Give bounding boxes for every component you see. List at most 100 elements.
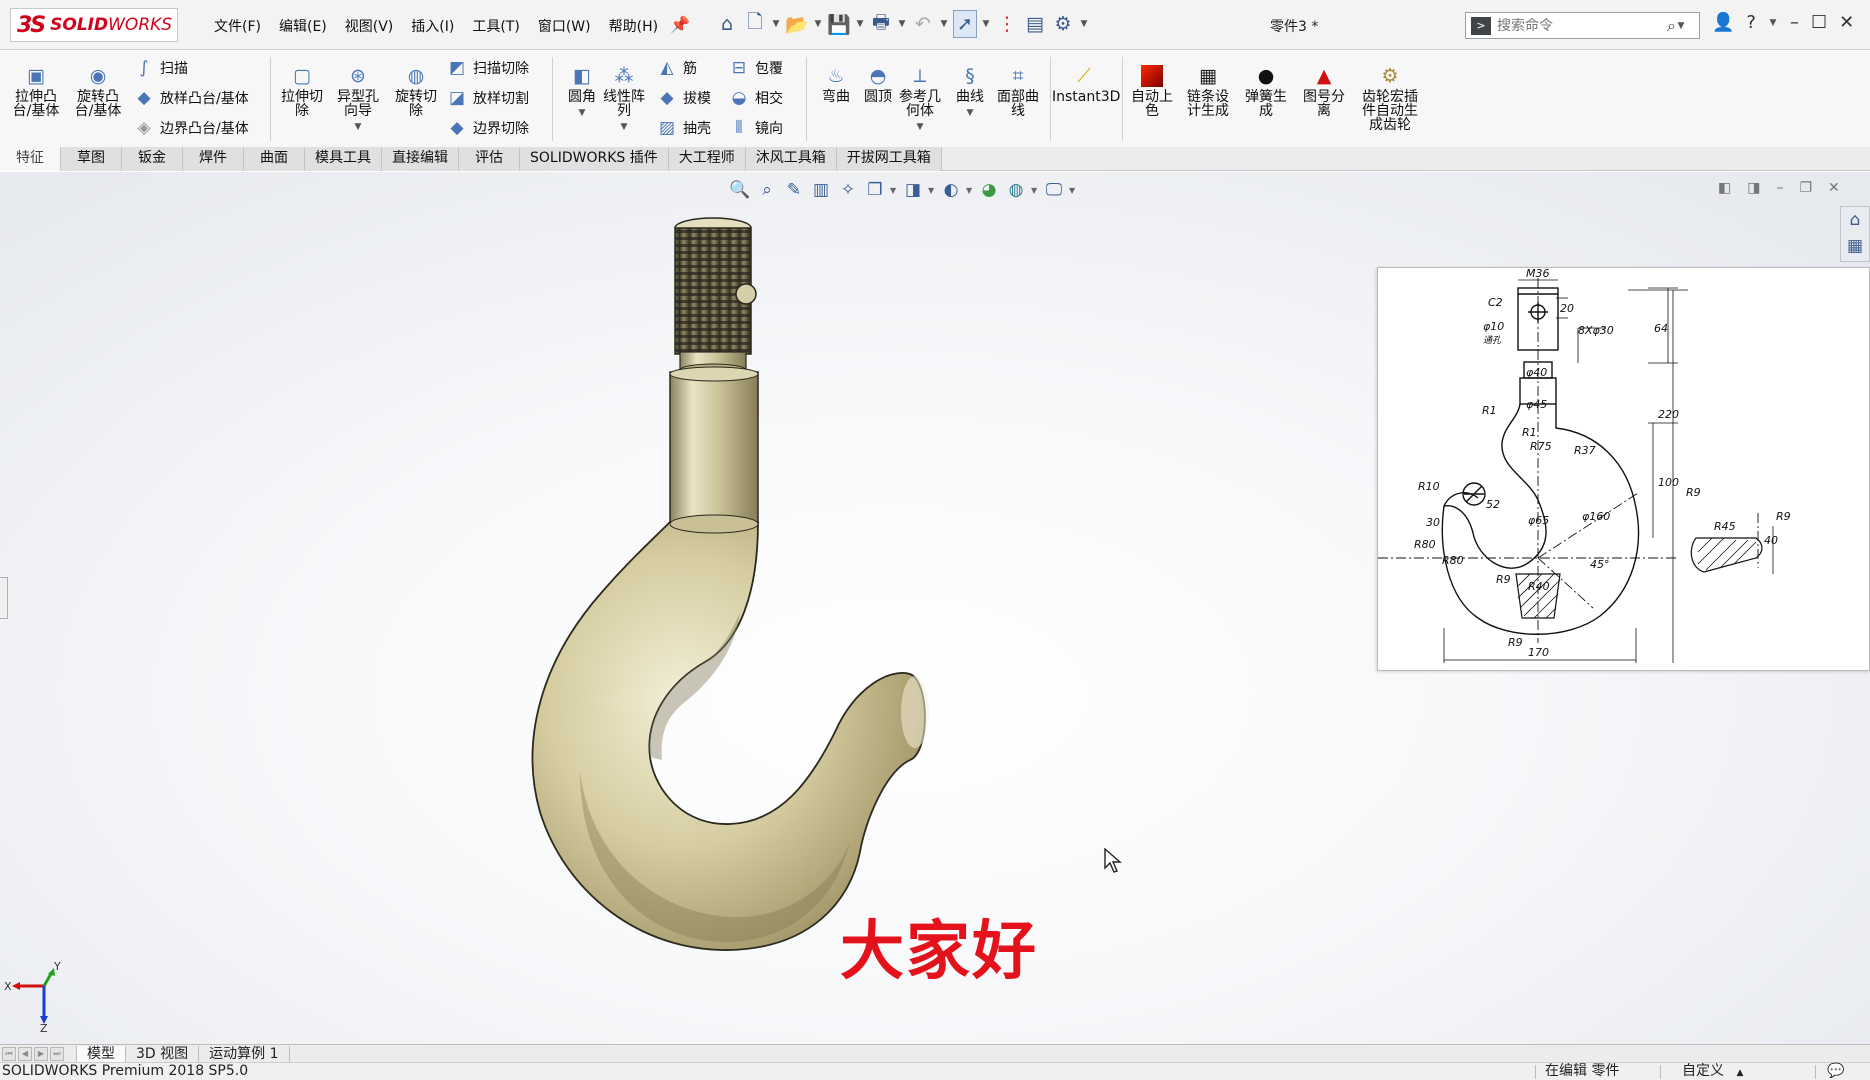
chevron-down-icon[interactable]: ▼ [1031, 186, 1039, 195]
solidworks-resources-icon[interactable]: ⌂ [1841, 207, 1869, 233]
tab-solidworks-addins[interactable]: SOLIDWORKS 插件 [520, 147, 669, 171]
chevron-down-icon[interactable]: ▼ [1069, 186, 1077, 195]
search-icon[interactable]: ⌕ [1667, 16, 1676, 36]
select-cursor-icon[interactable]: ➚ [953, 10, 977, 38]
tab-model[interactable]: 模型 [76, 1045, 126, 1062]
tab-mold-tools[interactable]: 模具工具 [305, 147, 382, 171]
chevron-down-icon[interactable]: ▼ [939, 19, 949, 29]
shell-button[interactable]: ▨ 抽壳 [656, 115, 711, 141]
menu-window[interactable]: 窗口(W) [529, 16, 600, 36]
next-tab-icon[interactable]: ▶ [34, 1046, 48, 1061]
crane-hook-model[interactable] [520, 212, 990, 982]
edit-appearance-icon[interactable]: ◕ [977, 178, 1001, 202]
rib-button[interactable]: ◭ 筋 [656, 55, 697, 81]
menu-insert[interactable]: 插入(I) [402, 16, 463, 36]
loft-boss-button[interactable]: ◆ 放样凸台/基体 [133, 85, 248, 111]
chevron-down-icon[interactable]: ▼ [1079, 19, 1089, 29]
loft-cut-button[interactable]: ◪ 放样切割 [446, 85, 529, 111]
sweep-button[interactable]: ∫ 扫描 [133, 55, 188, 81]
tab-features[interactable]: 特征 [0, 147, 61, 171]
boundary-boss-button[interactable]: ◈ 边界凸台/基体 [133, 115, 248, 141]
pin-icon[interactable]: 📌 [670, 15, 690, 34]
minimize-icon[interactable]: – [1776, 180, 1783, 196]
home-icon[interactable]: ⌂ [715, 10, 739, 38]
tab-sketch[interactable]: 草图 [61, 147, 122, 171]
dynamic-annotation-icon[interactable]: ✧ [836, 178, 860, 202]
hide-show-items-icon[interactable]: ◐ [939, 178, 963, 202]
apply-scene-icon[interactable]: ◍ [1004, 178, 1028, 202]
section-view-icon[interactable]: ▥ [809, 178, 833, 202]
new-document-icon[interactable]: 🗋 [743, 10, 767, 38]
chevron-down-icon[interactable]: ▼ [813, 19, 823, 29]
tab-engineer[interactable]: 大工程师 [668, 147, 746, 171]
first-tab-icon[interactable]: ⏮ [2, 1046, 16, 1061]
command-search[interactable]: > ⌕ ▼ [1465, 12, 1700, 39]
tab-mufeng-toolbox[interactable]: 沐风工具箱 [745, 147, 837, 171]
maximize-icon[interactable]: ☐ [1811, 12, 1827, 33]
chevron-down-icon[interactable]: ▼ [330, 120, 386, 134]
chain-design-button[interactable]: ▦ 链条设 计生成 [1180, 65, 1236, 118]
tile-left-icon[interactable]: ◧ [1718, 180, 1731, 196]
open-folder-icon[interactable]: 📂 [785, 10, 809, 38]
tab-surfaces[interactable]: 曲面 [244, 147, 305, 171]
menu-file[interactable]: 文件(F) [205, 16, 270, 36]
tab-3d-view[interactable]: 3D 视图 [126, 1045, 200, 1062]
auto-color-button[interactable]: 自动上 色 [1124, 65, 1180, 118]
menu-tools[interactable]: 工具(T) [463, 16, 528, 36]
tab-weldments[interactable]: 焊件 [183, 147, 244, 171]
chevron-down-icon[interactable]: ▼ [981, 19, 991, 29]
restore-icon[interactable]: ❐ [1799, 180, 1812, 196]
draft-button[interactable]: ◆ 拔模 [656, 85, 711, 111]
chevron-down-icon[interactable]: ▼ [966, 186, 974, 195]
sweep-cut-button[interactable]: ◩ 扫描切除 [446, 55, 529, 81]
tab-kaibowang-toolbox[interactable]: 开拔网工具箱 [836, 147, 942, 171]
tab-motion-study[interactable]: 运动算例 1 [199, 1045, 290, 1062]
save-icon[interactable]: 💾 [827, 10, 851, 38]
chevron-down-icon[interactable]: ▼ [928, 186, 936, 195]
view-settings-icon[interactable]: 🖵 [1042, 178, 1066, 202]
menu-help[interactable]: 帮助(H) [600, 16, 667, 36]
linear-pattern-button[interactable]: ⁂ 线性阵 列 ▼ [596, 65, 652, 134]
tab-sheet-metal[interactable]: 钣金 [122, 147, 183, 171]
extrude-boss-button[interactable]: ▣ 拉伸凸 台/基体 [8, 65, 64, 118]
revolve-cut-button[interactable]: ◍ 旋转切 除 [388, 65, 444, 118]
wrap-button[interactable]: ⊟ 包覆 [728, 55, 783, 81]
options-gear-icon[interactable]: ⚙ [1051, 10, 1075, 38]
boundary-cut-button[interactable]: ◆ 边界切除 [446, 115, 529, 141]
view-orientation-icon[interactable]: ❒ [863, 178, 887, 202]
mirror-button[interactable]: ⫴ 镜向 [728, 115, 783, 141]
help-icon[interactable]: ? [1746, 12, 1756, 33]
close-icon[interactable]: ✕ [1828, 180, 1840, 196]
traffic-light-icon[interactable]: ⋮ [995, 10, 1019, 38]
intersect-button[interactable]: ◒ 相交 [728, 85, 783, 111]
instant3d-button[interactable]: ⟋ Instant3D [1052, 65, 1120, 104]
chevron-down-icon[interactable]: ▼ [897, 19, 907, 29]
revolve-boss-button[interactable]: ◉ 旋转凸 台/基体 [70, 65, 126, 118]
menu-view[interactable]: 视图(V) [336, 16, 403, 36]
search-input[interactable] [1497, 17, 1667, 34]
spring-button[interactable]: ● 弹簧生 成 [1238, 65, 1294, 118]
print-icon[interactable]: 🖶 [869, 10, 893, 38]
solidworks-logo[interactable]: 3S SOLID WORKS [10, 8, 178, 42]
display-style-icon[interactable]: ◨ [901, 178, 925, 202]
last-tab-icon[interactable]: ⏭ [50, 1046, 64, 1061]
unit-system-selector[interactable]: 自定义 ▲ [1682, 1063, 1743, 1080]
zoom-to-area-icon[interactable]: ⌕ [755, 178, 779, 202]
close-icon[interactable]: ✕ [1839, 12, 1854, 33]
hole-wizard-button[interactable]: ⊛ 异型孔 向导 ▼ [330, 65, 386, 134]
design-library-icon[interactable]: ▦ [1841, 233, 1869, 259]
extrude-cut-button[interactable]: ▢ 拉伸切 除 [274, 65, 330, 118]
message-icon[interactable]: 💬 [1827, 1063, 1844, 1080]
previous-view-icon[interactable]: ✎ [782, 178, 806, 202]
file-properties-icon[interactable]: ▤ [1023, 10, 1047, 38]
chevron-down-icon[interactable]: ▼ [1768, 18, 1778, 28]
tab-evaluate[interactable]: 评估 [459, 147, 520, 171]
chevron-down-icon[interactable]: ▼ [1676, 21, 1686, 31]
reference-geometry-button[interactable]: ⟂ 参考几 何体 ▼ [892, 65, 948, 134]
balloon-separate-button[interactable]: ▲ 图号分 离 [1296, 65, 1352, 118]
zoom-to-fit-icon[interactable]: 🔍 [728, 178, 752, 202]
chevron-down-icon[interactable]: ▼ [771, 19, 781, 29]
feature-manager-collapse-handle[interactable] [0, 577, 8, 619]
minimize-icon[interactable]: – [1790, 12, 1799, 33]
graphics-area[interactable]: 🔍 ⌕ ✎ ▥ ✧ ❒ ▼ ◨ ▼ ◐ ▼ ◕ ◍ ▼ 🖵 ▼ ◧ ◨ – ❐ ✕ ⌂ ▦ [0, 172, 1870, 1044]
